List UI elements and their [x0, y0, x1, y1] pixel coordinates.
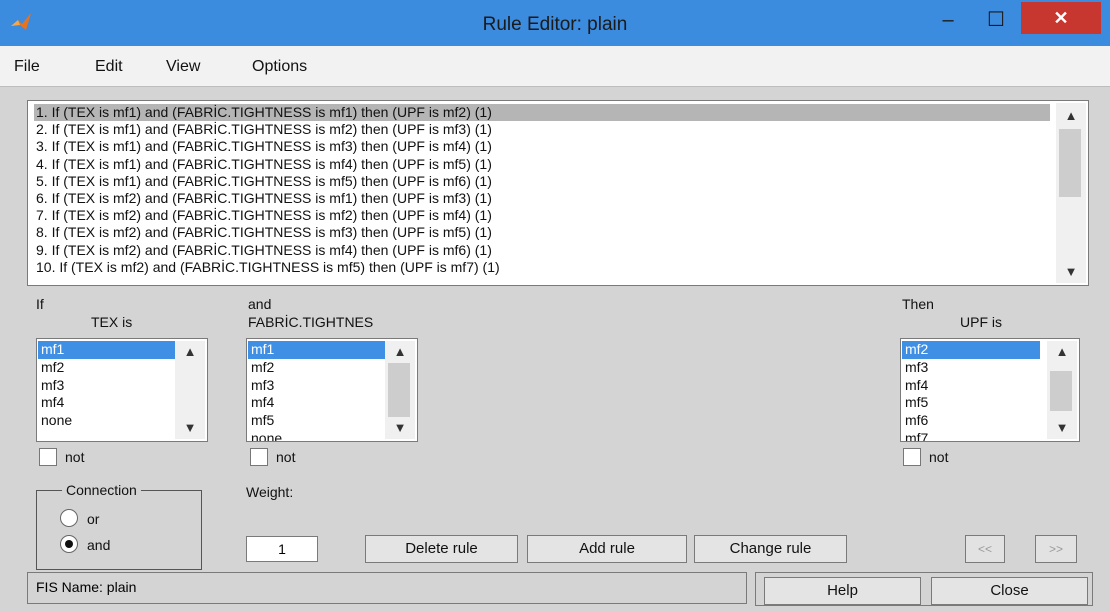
- rule-row[interactable]: 10. If (TEX is mf2) and (FABRİC.TIGHTNES…: [34, 259, 1050, 276]
- list-item[interactable]: none: [248, 430, 386, 441]
- menu-edit[interactable]: Edit: [95, 46, 123, 86]
- scroll-up-icon[interactable]: ▲: [175, 343, 205, 361]
- rule-row[interactable]: 7. If (TEX is mf2) and (FABRİC.TIGHTNESS…: [34, 207, 1050, 224]
- scroll-up-icon[interactable]: ▲: [1047, 343, 1077, 361]
- tex-mf-list[interactable]: mf1 mf2 mf3 mf4 none ▲ ▼: [36, 338, 208, 442]
- scroll-thumb[interactable]: [388, 363, 410, 417]
- previous-rule-button[interactable]: <<: [965, 535, 1005, 563]
- fabric-tightness-label: FABRİC.TIGHTNES: [248, 314, 374, 330]
- scroll-down-icon[interactable]: ▼: [175, 419, 205, 437]
- menu-view[interactable]: View: [166, 46, 200, 86]
- fabric-not-checkbox[interactable]: [250, 448, 268, 466]
- list-item[interactable]: mf1: [248, 341, 386, 359]
- if-heading: If: [36, 296, 44, 312]
- then-heading: Then: [902, 296, 934, 312]
- rule-list-scrollbar[interactable]: ▲ ▼: [1056, 103, 1086, 283]
- list-item[interactable]: mf4: [38, 394, 176, 412]
- scroll-thumb[interactable]: [1050, 371, 1072, 411]
- connection-and-label: and: [87, 537, 111, 553]
- close-window-button[interactable]: ✕: [1021, 2, 1101, 34]
- upf-mf-list[interactable]: mf2 mf3 mf4 mf5 mf6 mf7 ▲ ▼: [900, 338, 1080, 442]
- maximize-button[interactable]: ☐: [974, 0, 1018, 46]
- tex-not-label: not: [65, 449, 85, 465]
- fabric-not-label: not: [276, 449, 296, 465]
- menu-options[interactable]: Options: [252, 46, 307, 86]
- connection-or-radio[interactable]: [60, 509, 78, 527]
- tex-label: TEX is: [91, 314, 133, 330]
- upf-label: UPF is: [960, 314, 1002, 330]
- add-rule-button[interactable]: Add rule: [527, 535, 687, 563]
- list-item[interactable]: mf1: [38, 341, 176, 359]
- list-item[interactable]: mf4: [248, 394, 386, 412]
- close-button[interactable]: Close: [931, 577, 1088, 605]
- list-item[interactable]: mf2: [38, 359, 176, 377]
- upf-list-scrollbar[interactable]: ▲ ▼: [1047, 341, 1077, 439]
- list-item[interactable]: none: [38, 412, 176, 430]
- rule-row[interactable]: 6. If (TEX is mf2) and (FABRİC.TIGHTNESS…: [34, 190, 1050, 207]
- scroll-down-icon[interactable]: ▼: [1056, 263, 1086, 281]
- next-rule-button[interactable]: >>: [1035, 535, 1077, 563]
- delete-rule-button[interactable]: Delete rule: [365, 535, 518, 563]
- rule-row[interactable]: 1. If (TEX is mf1) and (FABRİC.TIGHTNESS…: [34, 104, 1050, 122]
- connection-or-label: or: [87, 511, 100, 527]
- list-item[interactable]: mf5: [248, 412, 386, 430]
- connection-group: [36, 490, 202, 570]
- scroll-up-icon[interactable]: ▲: [1056, 107, 1086, 125]
- list-item[interactable]: mf2: [902, 341, 1040, 359]
- rule-row[interactable]: 4. If (TEX is mf1) and (FABRİC.TIGHTNESS…: [34, 156, 1050, 173]
- list-item[interactable]: mf6: [902, 412, 1040, 430]
- help-button[interactable]: Help: [764, 577, 921, 605]
- list-item[interactable]: mf7: [902, 430, 1040, 441]
- upf-not-checkbox[interactable]: [903, 448, 921, 466]
- list-item[interactable]: mf4: [902, 377, 1040, 395]
- scroll-down-icon[interactable]: ▼: [385, 419, 415, 437]
- scroll-down-icon[interactable]: ▼: [1047, 419, 1077, 437]
- fabric-list-scrollbar[interactable]: ▲ ▼: [385, 341, 415, 439]
- tex-list-scrollbar[interactable]: ▲ ▼: [175, 341, 205, 439]
- connection-and-radio[interactable]: [60, 535, 78, 553]
- rule-row[interactable]: 3. If (TEX is mf1) and (FABRİC.TIGHTNESS…: [34, 138, 1050, 155]
- change-rule-button[interactable]: Change rule: [694, 535, 847, 563]
- fabric-mf-list[interactable]: mf1 mf2 mf3 mf4 mf5 none ▲ ▼: [246, 338, 418, 442]
- rule-row[interactable]: 9. If (TEX is mf2) and (FABRİC.TIGHTNESS…: [34, 242, 1050, 259]
- list-item[interactable]: mf2: [248, 359, 386, 377]
- rule-row[interactable]: 2. If (TEX is mf1) and (FABRİC.TIGHTNESS…: [34, 121, 1050, 138]
- connection-title: Connection: [62, 482, 141, 498]
- tex-not-checkbox[interactable]: [39, 448, 57, 466]
- and-heading: and: [248, 296, 272, 312]
- weight-label: Weight:: [246, 484, 294, 500]
- rule-row[interactable]: 5. If (TEX is mf1) and (FABRİC.TIGHTNESS…: [34, 173, 1050, 190]
- scroll-up-icon[interactable]: ▲: [385, 343, 415, 361]
- list-item[interactable]: mf3: [248, 377, 386, 395]
- status-bar: FIS Name: plain: [27, 572, 747, 604]
- rule-list[interactable]: 1. If (TEX is mf1) and (FABRİC.TIGHTNESS…: [27, 100, 1089, 286]
- menu-file[interactable]: File: [14, 46, 40, 86]
- list-item[interactable]: mf3: [38, 377, 176, 395]
- upf-not-label: not: [929, 449, 949, 465]
- list-item[interactable]: mf3: [902, 359, 1040, 377]
- scroll-thumb[interactable]: [1059, 129, 1081, 197]
- list-item[interactable]: mf5: [902, 394, 1040, 412]
- weight-input[interactable]: 1: [246, 536, 318, 562]
- rule-row[interactable]: 8. If (TEX is mf2) and (FABRİC.TIGHTNESS…: [34, 224, 1050, 241]
- minimize-button[interactable]: –: [926, 0, 970, 46]
